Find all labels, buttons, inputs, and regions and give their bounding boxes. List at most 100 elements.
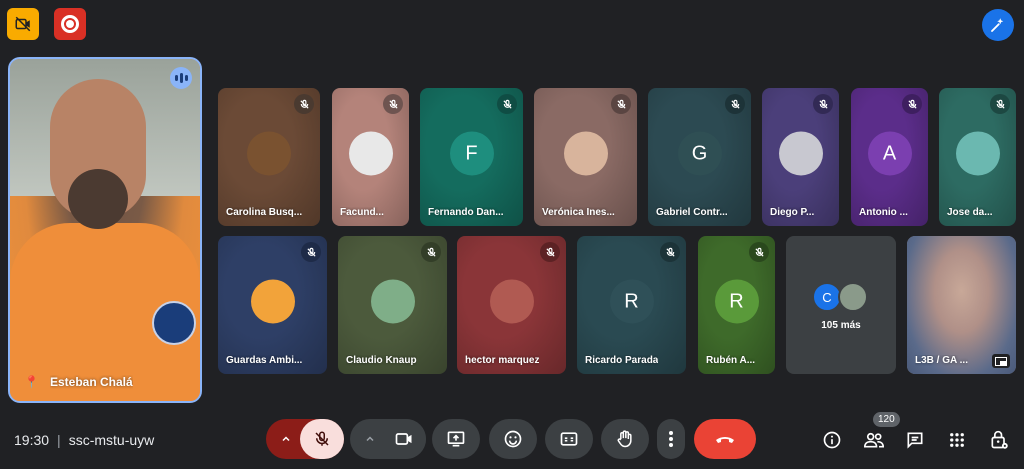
muted-mic-icon — [660, 242, 680, 262]
pin-icon[interactable]: 📍 — [24, 375, 39, 389]
companion-sparkle-icon — [991, 18, 1004, 32]
people-button[interactable] — [862, 428, 886, 452]
participant-avatar: A — [867, 131, 912, 176]
chat-button[interactable] — [903, 428, 927, 452]
meeting-code: ssc-mstu-uyw — [68, 432, 155, 448]
speaker-badge-patch — [152, 301, 196, 345]
muted-mic-icon — [294, 94, 314, 114]
camera-icon — [395, 433, 412, 445]
participant-name: Verónica Ines... — [542, 207, 615, 218]
participant-tile[interactable]: Guardas Ambi... — [218, 236, 327, 374]
meeting-separator: | — [57, 432, 61, 448]
audio-options-button[interactable] — [276, 419, 296, 459]
participant-name: L3B / GA ... — [915, 355, 968, 366]
participant-avatar: G — [677, 131, 722, 176]
reactions-button[interactable] — [489, 419, 537, 459]
present-button[interactable] — [432, 419, 480, 459]
participant-avatar — [489, 279, 534, 324]
participant-avatar — [247, 131, 291, 176]
participant-tile[interactable]: L3B / GA ... — [907, 236, 1016, 374]
muted-mic-icon — [902, 94, 922, 114]
muted-mic-icon — [813, 94, 833, 114]
companion-button[interactable] — [982, 9, 1014, 41]
captions-icon — [560, 432, 578, 446]
participant-tile[interactable]: Diego P... — [762, 88, 839, 226]
participant-avatar — [778, 131, 823, 176]
bottom-toolbar: 19:30 | ssc-mstu-uyw 120 — [0, 410, 1024, 469]
meeting-info-button[interactable] — [820, 428, 844, 452]
camera-toggle-button[interactable] — [382, 419, 426, 459]
muted-mic-icon — [749, 242, 769, 262]
recording-button[interactable] — [54, 8, 86, 40]
participant-tile[interactable]: Facund... — [332, 88, 409, 226]
raise-hand-icon — [617, 430, 632, 448]
activities-button[interactable] — [945, 428, 969, 452]
participant-tile[interactable]: Carolina Busq... — [218, 88, 320, 226]
chat-icon — [907, 432, 923, 449]
people-icon — [863, 432, 885, 448]
muted-mic-icon — [990, 94, 1010, 114]
speaker-beard — [68, 169, 128, 229]
captions-button[interactable] — [545, 419, 593, 459]
more-participants-tile[interactable]: C 105 más — [786, 236, 896, 374]
video-options-button[interactable] — [360, 419, 380, 459]
muted-mic-icon — [540, 242, 560, 262]
more-avatar-photo — [838, 282, 868, 312]
meeting-details: 19:30 | ssc-mstu-uyw — [14, 432, 154, 448]
minimize-self-view-icon[interactable] — [992, 354, 1010, 368]
muted-mic-icon — [383, 94, 403, 114]
participant-avatar — [563, 131, 608, 176]
participant-name: Ricardo Parada — [585, 355, 659, 366]
muted-mic-icon — [725, 94, 745, 114]
participant-name: Fernando Dan... — [428, 207, 504, 218]
participant-tile[interactable]: G Gabriel Contr... — [648, 88, 751, 226]
participant-tile[interactable]: Verónica Ines... — [534, 88, 637, 226]
participant-avatar — [955, 131, 1000, 176]
emoji-icon — [504, 430, 522, 448]
activities-icon — [950, 433, 964, 447]
participant-name: Antonio ... — [859, 207, 908, 218]
meeting-time: 19:30 — [14, 432, 50, 448]
more-participants-label: 105 más — [821, 320, 861, 331]
participant-name: Rubén A... — [706, 355, 756, 366]
chevron-up-icon — [282, 436, 290, 442]
participant-count-badge: 120 — [873, 412, 900, 427]
raise-hand-button[interactable] — [601, 419, 649, 459]
participant-tile[interactable]: hector marquez — [457, 236, 566, 374]
participant-tile[interactable]: Claudio Knaup — [338, 236, 447, 374]
muted-mic-icon — [421, 242, 441, 262]
camera-off-indicator-button[interactable] — [7, 8, 39, 40]
participant-name: Claudio Knaup — [346, 355, 417, 366]
participant-tile[interactable]: Jose da... — [939, 88, 1016, 226]
chevron-up-icon — [366, 436, 374, 442]
speaker-tile[interactable]: 📍 Esteban Chalá — [8, 57, 202, 403]
host-controls-button[interactable] — [987, 428, 1011, 452]
muted-mic-icon — [611, 94, 631, 114]
participant-avatar: F — [449, 131, 494, 176]
participant-tile[interactable]: R Ricardo Parada — [577, 236, 686, 374]
no-camera-icon — [15, 16, 31, 32]
more-options-button[interactable] — [657, 419, 685, 459]
speaker-name: Esteban Chalá — [50, 375, 133, 389]
participant-name: Carolina Busq... — [226, 207, 303, 218]
muted-mic-icon — [497, 94, 517, 114]
participant-tile[interactable]: A Antonio ... — [851, 88, 928, 226]
participant-name: Facund... — [340, 207, 384, 218]
leave-call-button[interactable] — [694, 419, 756, 459]
mic-toggle-button[interactable] — [300, 419, 344, 459]
participant-avatar — [370, 279, 415, 324]
participant-name: Guardas Ambi... — [226, 355, 303, 366]
voice-activity-icon — [170, 67, 192, 89]
participant-avatar — [250, 279, 295, 324]
participant-avatar: R — [714, 279, 759, 324]
microphone-control — [266, 419, 344, 459]
participant-avatar: R — [609, 279, 654, 324]
more-vert-icon — [669, 431, 673, 447]
end-call-icon — [716, 437, 734, 443]
info-icon — [823, 431, 841, 449]
participant-avatar — [348, 131, 393, 176]
participant-tile[interactable]: F Fernando Dan... — [420, 88, 523, 226]
participant-name: Gabriel Contr... — [656, 207, 728, 218]
participant-tile[interactable]: R Rubén A... — [698, 236, 775, 374]
muted-mic-icon — [301, 242, 321, 262]
